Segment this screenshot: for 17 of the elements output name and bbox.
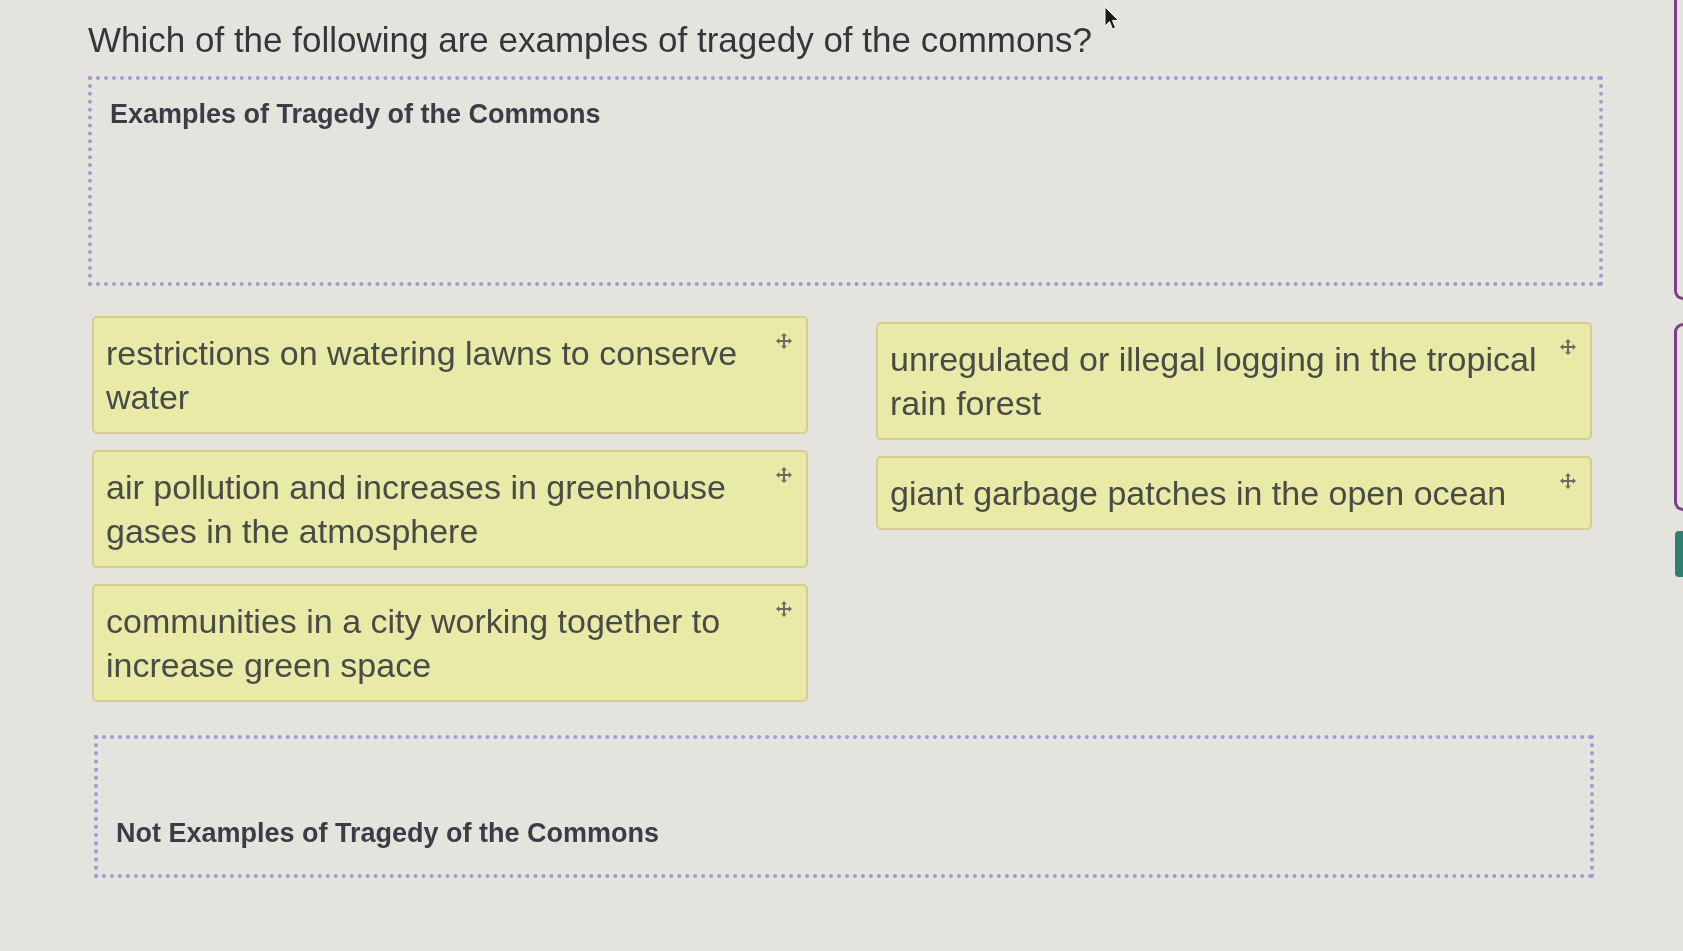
move-icon <box>776 601 792 617</box>
move-icon <box>1560 339 1576 355</box>
drag-card[interactable]: communities in a city working together to increase green space <box>92 584 808 702</box>
move-icon <box>776 333 792 349</box>
move-icon <box>1560 473 1576 489</box>
drop-zone[interactable]: Examples of Tragedy of the Commons <box>88 76 1603 286</box>
panel-edge <box>1675 531 1683 577</box>
drag-card[interactable]: unregulated or illegal logging in the tropical rain forest <box>876 322 1592 440</box>
cursor-icon <box>1104 6 1120 32</box>
drop-zone-title: Not Examples of Tragedy of the Commons <box>116 817 660 850</box>
drag-card[interactable]: air pollution and increases in greenhouse gases in the atmosphere <box>92 450 808 568</box>
question-text: Which of the following are examples of tragedy of the commons? <box>88 19 1092 61</box>
drop-zone-title: Examples of Tragedy of the Commons <box>110 98 601 131</box>
move-icon <box>776 467 792 483</box>
drop-zone[interactable]: Not Examples of Tragedy of the Commons <box>94 735 1594 878</box>
drag-card[interactable]: giant garbage patches in the open ocean <box>876 456 1592 530</box>
drag-card[interactable]: restrictions on watering lawns to conserve water <box>92 316 808 434</box>
